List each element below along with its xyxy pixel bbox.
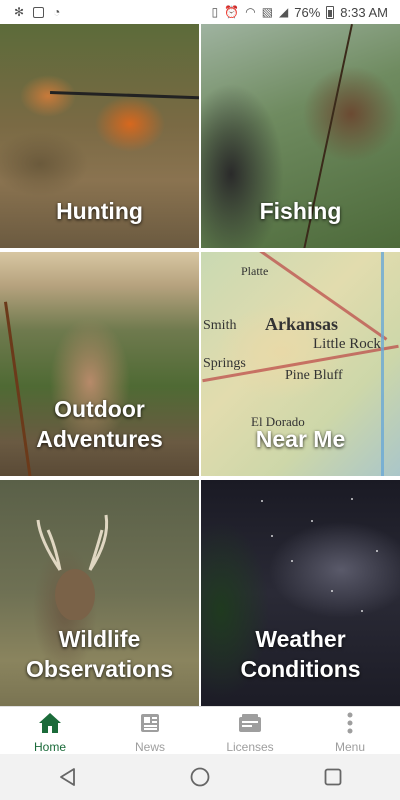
map-label: Platte	[241, 264, 269, 278]
home-system-button[interactable]	[180, 757, 220, 797]
nav-label-menu: Menu	[334, 740, 366, 754]
star	[376, 550, 378, 552]
more-vert-icon	[338, 711, 362, 735]
star	[331, 590, 333, 592]
vibrate-icon: ▯	[211, 5, 219, 19]
nav-home[interactable]: Home	[0, 707, 100, 755]
nav-menu[interactable]: Menu	[300, 707, 400, 755]
tile-wildlife-observations[interactable]: Wildlife Observations	[0, 480, 199, 706]
recents-square-icon	[324, 768, 342, 786]
system-navigation-bar	[0, 754, 400, 800]
news-icon	[138, 711, 162, 735]
tile-fishing[interactable]: Fishing	[201, 24, 400, 248]
battery-percent: 76%	[294, 4, 321, 20]
tile-weather-conditions[interactable]: Weather Conditions	[201, 480, 400, 706]
map-label: Arkansas	[265, 314, 339, 334]
tile-label-weather-conditions: Weather Conditions	[240, 626, 361, 682]
tile-label-wildlife-observations: Wildlife Observations	[26, 626, 173, 682]
star	[311, 520, 313, 522]
rifle-shape	[50, 91, 199, 100]
bottom-navigation: Home News Licenses Menu	[0, 706, 400, 755]
clock: 8:33 AM	[340, 4, 388, 20]
star	[291, 560, 293, 562]
tile-outdoor-adventures[interactable]: Outdoor Adventures	[0, 252, 199, 476]
tile-label-fishing: Fishing	[259, 198, 342, 224]
nav-label-licenses: Licenses	[226, 740, 274, 754]
home-circle-icon	[190, 767, 210, 787]
nav-label-home: Home	[33, 740, 66, 754]
nav-licenses[interactable]: Licenses	[200, 707, 300, 755]
home-icon	[38, 711, 62, 735]
tile-label-near-me: Near Me	[255, 426, 346, 452]
tile-label-hunting: Hunting	[56, 198, 143, 224]
deer-antlers-shape	[36, 514, 109, 620]
no-sim-icon: ▧	[261, 5, 274, 19]
status-bar: ✻ ◔ ▯ ⏰ ◠ ▧ ◢ 76% 8:33 AM	[0, 0, 400, 24]
star	[351, 498, 353, 500]
category-grid: Hunting Fishing Outdoor Adventures Platt…	[0, 24, 400, 706]
star	[361, 610, 363, 612]
nav-news[interactable]: News	[100, 707, 200, 755]
licenses-icon	[238, 711, 262, 735]
recents-button[interactable]	[313, 757, 353, 797]
back-triangle-icon	[59, 768, 75, 786]
image-icon	[33, 6, 45, 18]
signal-icon: ◢	[279, 5, 289, 19]
star	[271, 535, 273, 537]
map-label: Pine Bluff	[285, 368, 343, 383]
alarm-icon: ⏰	[224, 5, 240, 19]
data-saver-icon: ◔	[53, 5, 61, 19]
map-label: Smith	[203, 318, 237, 333]
battery-icon	[326, 5, 335, 19]
tile-hunting[interactable]: Hunting	[0, 24, 199, 248]
slack-icon: ✻	[14, 5, 25, 19]
star	[261, 500, 263, 502]
tile-label-outdoor-adventures: Outdoor Adventures	[36, 396, 163, 452]
back-button[interactable]	[47, 757, 87, 797]
map-label: Little Rock	[313, 336, 381, 352]
wifi-icon: ◠	[245, 5, 256, 19]
map-label: Springs	[203, 356, 246, 371]
tile-near-me[interactable]: Platte Smith Arkansas Little Rock Spring…	[201, 252, 400, 476]
nav-label-news: News	[134, 740, 165, 754]
